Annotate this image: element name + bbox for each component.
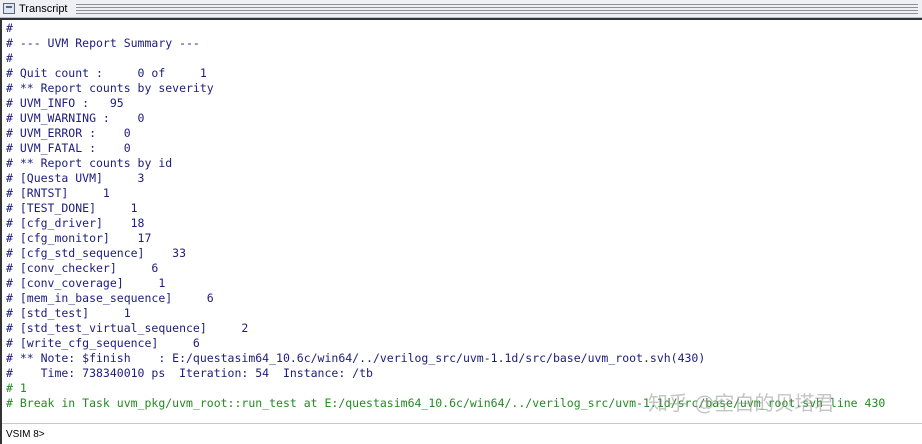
transcript-line: # [cfg_std_sequence] 33	[6, 246, 187, 260]
watermark: 知乎 @空白的贝塔君	[648, 391, 835, 415]
transcript-line: # ** Report counts by id	[6, 156, 173, 170]
transcript-line: # [TEST_DONE] 1	[6, 201, 138, 215]
transcript-line: # [Questa UVM] 3	[6, 171, 145, 185]
window-title: Transcript	[19, 3, 68, 15]
transcript-line: # [conv_checker] 6	[6, 261, 159, 275]
transcript-line: #	[6, 51, 13, 65]
transcript-line: # [cfg_driver] 18	[6, 216, 145, 230]
window-icon	[3, 3, 15, 14]
transcript-window: Transcript # # --- UVM Report Summary ---…	[0, 0, 922, 444]
transcript-output[interactable]: # # --- UVM Report Summary --- # # Quit cou…	[6, 21, 906, 417]
transcript-line: # [cfg_monitor] 17	[6, 231, 152, 245]
transcript-line: # Time: 738340010 ps Iteration: 54 Insta…	[6, 366, 373, 380]
transcript-line: # [std_test_virtual_sequence] 2	[6, 321, 249, 335]
transcript-line: # --- UVM Report Summary ---	[6, 36, 200, 50]
transcript-line: # UVM_ERROR : 0	[6, 126, 131, 140]
transcript-line: # [std_test] 1	[6, 306, 131, 320]
transcript-line: #	[6, 21, 13, 35]
transcript-line: # [mem_in_base_sequence] 6	[6, 291, 214, 305]
prompt-divider	[2, 423, 922, 424]
transcript-line: # ** Report counts by severity	[6, 81, 214, 95]
transcript-line: # [write_cfg_sequence] 6	[6, 336, 200, 350]
transcript-line: # UVM_INFO : 95	[6, 96, 124, 110]
command-prompt[interactable]: VSIM 8>	[6, 428, 45, 442]
drag-grip[interactable]	[76, 4, 918, 14]
transcript-line: # ** Note: $finish : E:/questasim64_10.6…	[6, 351, 706, 365]
transcript-line: # UVM_WARNING : 0	[6, 111, 145, 125]
transcript-line: # [RNTST] 1	[6, 186, 110, 200]
transcript-line: # UVM_FATAL : 0	[6, 141, 131, 155]
transcript-line: # [conv_coverage] 1	[6, 276, 166, 290]
transcript-line: # Quit count : 0 of 1	[6, 66, 207, 80]
title-bar[interactable]: Transcript	[0, 0, 922, 18]
